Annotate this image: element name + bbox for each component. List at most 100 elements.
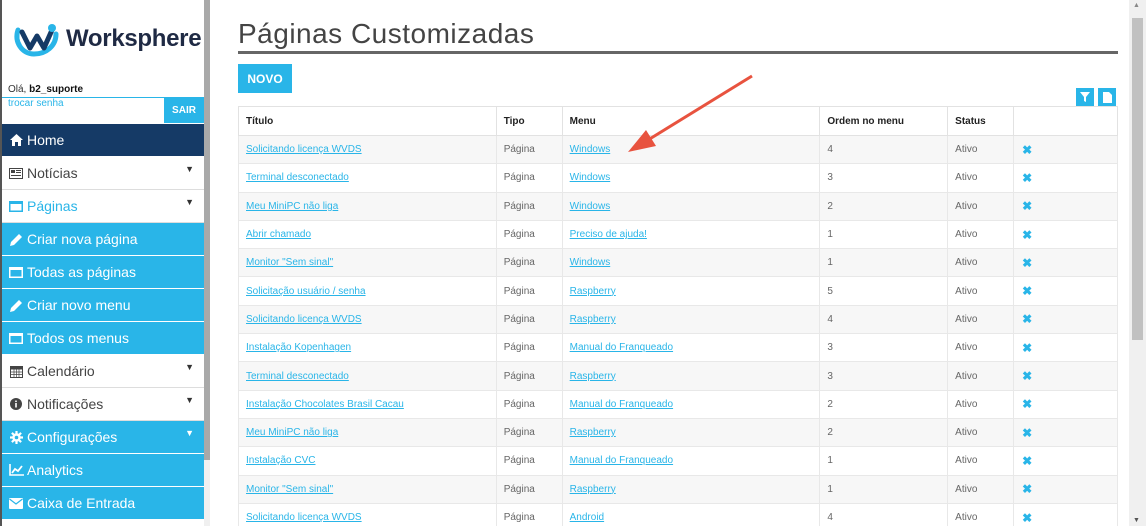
menu-link[interactable]: Windows (570, 144, 611, 155)
export-button[interactable] (1098, 88, 1116, 106)
table-row: Solicitando licença WVDS Página Raspberry 4… (238, 304, 1118, 335)
column-header-status[interactable]: Status (947, 106, 1015, 136)
page-title-link[interactable]: Solicitando licença WVDS (246, 144, 362, 155)
delete-cell: ✖ (1013, 304, 1118, 335)
page-title-link[interactable]: Instalação Chocolates Brasil Cacau (246, 399, 404, 410)
page-title-link[interactable]: Terminal desconectado (246, 172, 349, 183)
delete-icon[interactable]: ✖ (1022, 341, 1032, 355)
pages-table: Título Tipo Menu Ordem no menu Status So… (238, 106, 1118, 526)
page-title-link[interactable]: Meu MiniPC não liga (246, 201, 338, 212)
filter-button[interactable] (1076, 88, 1094, 106)
delete-icon[interactable]: ✖ (1022, 199, 1032, 213)
delete-icon[interactable]: ✖ (1022, 397, 1032, 411)
sidebar-item-1[interactable]: Home (2, 124, 204, 157)
sidebar-item-10[interactable]: Configurações ▼ (2, 421, 204, 454)
sidebar-scrollbar[interactable] (204, 0, 210, 526)
delete-icon[interactable]: ✖ (1022, 284, 1032, 298)
page-type: Página (503, 172, 535, 184)
delete-cell: ✖ (1013, 134, 1118, 165)
delete-icon[interactable]: ✖ (1022, 256, 1032, 270)
page-title-link[interactable]: Monitor "Sem sinal" (246, 484, 333, 495)
window-icon (8, 200, 24, 212)
menu-link[interactable]: Manual do Franqueado (570, 455, 673, 466)
brand-name: Worksphere (66, 25, 202, 52)
chevron-down-icon[interactable]: ▼ (185, 395, 194, 405)
page-scrollbar-thumb[interactable] (1132, 18, 1143, 340)
sidebar-item-7[interactable]: Todos os menus (2, 322, 204, 355)
menu-order: 5 (827, 285, 833, 297)
sidebar-item-2[interactable]: Notícias ▼ (2, 157, 204, 190)
sidebar-item-6[interactable]: Criar novo menu (2, 289, 204, 322)
delete-icon[interactable]: ✖ (1022, 482, 1032, 496)
column-header-menu[interactable]: Menu (561, 106, 821, 136)
sidebar-item-3[interactable]: Páginas ▼ (2, 190, 204, 223)
table-cell: Ativo (947, 361, 1015, 391)
scroll-up-icon[interactable]: ▲ (1133, 2, 1140, 9)
page-title-link[interactable]: Terminal desconectado (246, 371, 349, 382)
page-scrollbar[interactable]: ▲ ▼ (1129, 0, 1146, 526)
menu-link[interactable]: Preciso de ajuda! (570, 229, 647, 240)
page-title-link[interactable]: Monitor "Sem sinal" (246, 257, 333, 268)
page-title-link[interactable]: Solicitação usuário / senha (246, 286, 366, 297)
sidebar-item-8[interactable]: Calendário ▼ (2, 355, 204, 388)
page-title-link[interactable]: Solicitando licença WVDS (246, 512, 362, 523)
table-cell: Raspberry (561, 417, 821, 448)
calendar-icon (8, 365, 24, 378)
menu-order: 3 (827, 342, 833, 354)
page-type: Página (503, 229, 535, 241)
delete-icon[interactable]: ✖ (1022, 511, 1032, 525)
scroll-down-icon[interactable]: ▼ (1133, 517, 1140, 524)
menu-link[interactable]: Windows (570, 201, 611, 212)
menu-link[interactable]: Manual do Franqueado (570, 342, 673, 353)
sidebar-item-4[interactable]: Criar nova página (2, 223, 204, 256)
brand-logo[interactable]: Worksphere (2, 0, 204, 78)
chevron-down-icon[interactable]: ▼ (185, 164, 194, 174)
table-cell: Ativo (947, 446, 1015, 476)
table-cell: Ativo (947, 502, 1015, 526)
chevron-down-icon[interactable]: ▼ (185, 428, 194, 438)
page-title-link[interactable]: Instalação Kopenhagen (246, 342, 351, 353)
sidebar-item-5[interactable]: Todas as páginas (2, 256, 204, 289)
menu-link[interactable]: Raspberry (570, 371, 616, 382)
table-cell: Ativo (947, 333, 1015, 363)
sidebar-item-12[interactable]: Caixa de Entrada (2, 487, 204, 520)
delete-icon[interactable]: ✖ (1022, 369, 1032, 383)
delete-icon[interactable]: ✖ (1022, 228, 1032, 242)
page-title-link[interactable]: Solicitando licença WVDS (246, 314, 362, 325)
menu-link[interactable]: Raspberry (570, 286, 616, 297)
delete-icon[interactable]: ✖ (1022, 171, 1032, 185)
chevron-down-icon[interactable]: ▼ (185, 362, 194, 372)
table-cell: Página (495, 248, 563, 278)
table-cell: Página (495, 502, 563, 526)
menu-link[interactable]: Android (570, 512, 604, 523)
table-cell: 4 (819, 502, 949, 526)
table-cell: 2 (819, 417, 949, 448)
column-header-order[interactable]: Ordem no menu (819, 106, 949, 136)
table-cell: Android (561, 502, 821, 526)
logout-button[interactable]: SAIR (164, 97, 204, 123)
sidebar-item-9[interactable]: Notificações ▼ (2, 388, 204, 421)
delete-icon[interactable]: ✖ (1022, 312, 1032, 326)
menu-link[interactable]: Raspberry (570, 484, 616, 495)
menu-link[interactable]: Windows (570, 257, 611, 268)
change-password-link[interactable]: trocar senha (8, 98, 64, 109)
menu-link[interactable]: Manual do Franqueado (570, 399, 673, 410)
table-cell: Página (495, 276, 563, 306)
page-title-link[interactable]: Instalação CVC (246, 455, 315, 466)
column-header-type[interactable]: Tipo (495, 106, 563, 136)
delete-icon[interactable]: ✖ (1022, 426, 1032, 440)
menu-link[interactable]: Raspberry (570, 314, 616, 325)
column-header-title[interactable]: Título (238, 106, 497, 136)
new-page-button[interactable]: NOVO (238, 64, 292, 93)
delete-icon[interactable]: ✖ (1022, 454, 1032, 468)
menu-link[interactable]: Windows (570, 172, 611, 183)
menu-link[interactable]: Raspberry (570, 427, 616, 438)
page-title-link[interactable]: Abrir chamado (246, 229, 311, 240)
chevron-down-icon[interactable]: ▼ (185, 197, 194, 207)
page-title-link[interactable]: Meu MiniPC não liga (246, 427, 338, 438)
sidebar-item-11[interactable]: Analytics (2, 454, 204, 487)
table-cell: 5 (819, 276, 949, 306)
delete-icon[interactable]: ✖ (1022, 143, 1032, 157)
sidebar-scrollbar-thumb[interactable] (204, 0, 210, 460)
table-row: Instalação Chocolates Brasil Cacau Página… (238, 389, 1118, 419)
